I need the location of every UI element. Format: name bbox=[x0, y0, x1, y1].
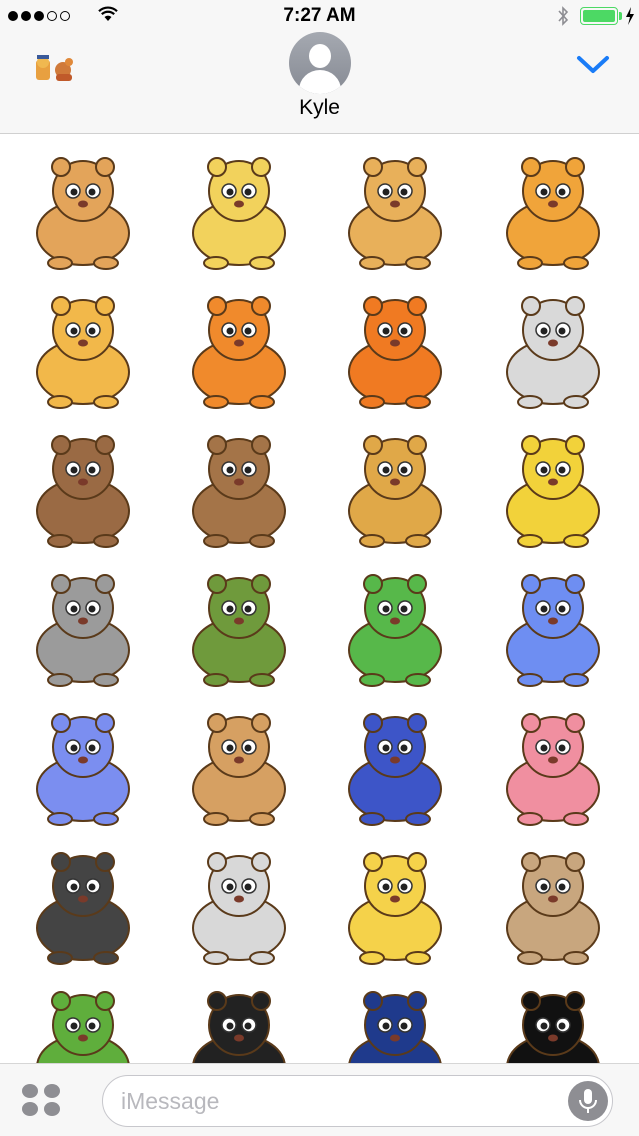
sticker-chick-nest-nightcap[interactable] bbox=[320, 836, 470, 974]
status-time: 7:27 AM bbox=[283, 5, 356, 26]
microphone-icon[interactable] bbox=[568, 1081, 608, 1121]
sticker-elephant-flower[interactable] bbox=[8, 697, 158, 835]
sticker-tiger-pith-helmet[interactable] bbox=[320, 280, 470, 418]
bluetooth-icon bbox=[558, 6, 569, 26]
sticker-snake-turban[interactable] bbox=[8, 975, 158, 1063]
sticker-rhino[interactable] bbox=[8, 558, 158, 696]
sticker-cheetah-ball-on-head[interactable] bbox=[8, 280, 158, 418]
message-input-container[interactable] bbox=[102, 1075, 613, 1127]
sticker-elephant-blue[interactable] bbox=[478, 558, 628, 696]
sticker-flamingo[interactable] bbox=[478, 697, 628, 835]
sticker-jaguar-ball[interactable] bbox=[478, 141, 628, 279]
charging-bolt-icon bbox=[626, 7, 634, 25]
sticker-tiger-turban[interactable] bbox=[164, 280, 314, 418]
battery-tip bbox=[619, 12, 622, 20]
sticker-owl-standing[interactable] bbox=[164, 419, 314, 557]
sticker-giraffe[interactable] bbox=[478, 419, 628, 557]
battery-icon bbox=[580, 7, 618, 25]
contact-avatar[interactable] bbox=[289, 32, 351, 94]
zoo-app-icon[interactable] bbox=[34, 54, 76, 82]
sticker-frog-witch-hat[interactable] bbox=[320, 558, 470, 696]
chevron-down-icon[interactable] bbox=[576, 52, 610, 76]
sticker-penguin-cane[interactable] bbox=[164, 975, 314, 1063]
sticker-orca[interactable] bbox=[478, 975, 628, 1063]
sticker-parrot-pirate[interactable] bbox=[320, 697, 470, 835]
sticker-snowy-owl[interactable] bbox=[164, 836, 314, 974]
app-drawer-icon[interactable] bbox=[22, 1084, 66, 1118]
sticker-owl-in-mug[interactable] bbox=[8, 419, 158, 557]
status-bar: 7:27 AM bbox=[0, 0, 639, 32]
conversation-header: Kyle bbox=[0, 32, 639, 134]
sticker-giraffe-scarf[interactable] bbox=[320, 419, 470, 557]
sticker-grid bbox=[0, 135, 639, 1063]
sticker-frog-on-branch[interactable] bbox=[164, 558, 314, 696]
contact-name[interactable]: Kyle bbox=[0, 96, 639, 120]
sticker-cheetah-beanie[interactable] bbox=[320, 141, 470, 279]
sticker-ostrich-aviator[interactable] bbox=[8, 836, 158, 974]
message-input[interactable] bbox=[121, 1086, 561, 1116]
sticker-cobra[interactable] bbox=[478, 836, 628, 974]
sticker-penguin-top-hat[interactable] bbox=[320, 975, 470, 1063]
sticker-cheetah-sitting[interactable] bbox=[164, 141, 314, 279]
message-composer bbox=[0, 1063, 639, 1136]
sticker-zebra-hat[interactable] bbox=[478, 280, 628, 418]
sticker-camel-headscarf[interactable] bbox=[164, 697, 314, 835]
sticker-kangaroo-boxing[interactable] bbox=[8, 141, 158, 279]
